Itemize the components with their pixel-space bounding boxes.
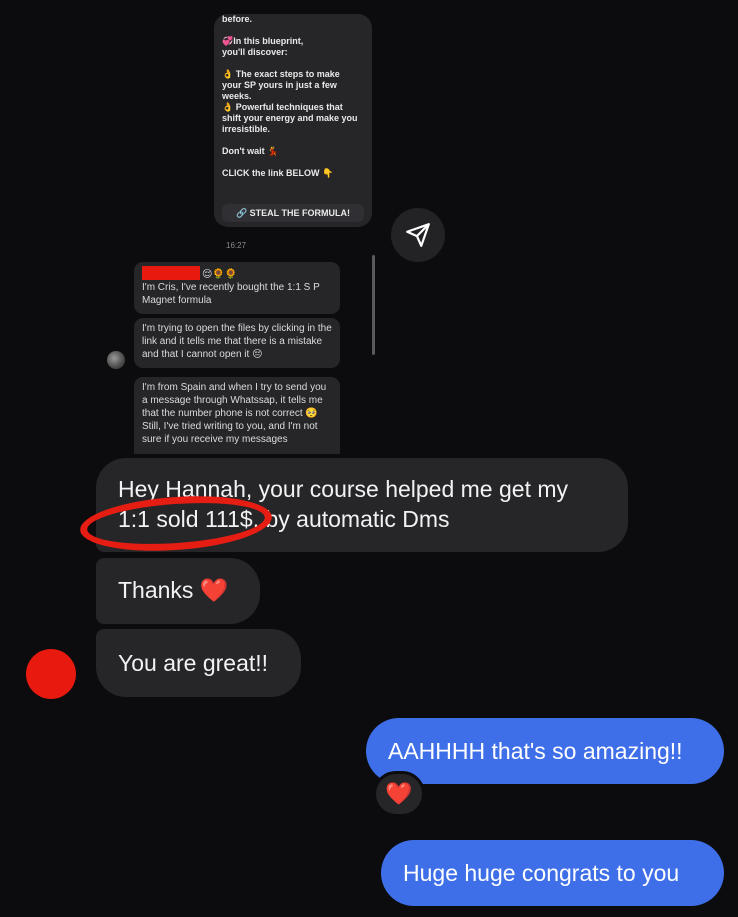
promo-line: your SP yours in just a few [222,80,337,90]
incoming-message: Hey Hannah, your course helped me get my… [96,458,628,552]
promo-line: shift your energy and make you [222,113,358,123]
inner-message-text: I'm from Spain and when I try to send yo… [142,382,327,445]
outgoing-message: Huge huge congrats to you [381,840,724,906]
inner-message-whatsapp: I'm from Spain and when I try to send yo… [134,377,340,454]
message-text: AAHHHH that's so amazing!! [388,738,683,764]
inner-message-text: I'm trying to open the files by clicking… [142,323,332,360]
message-text: You are great!! [118,650,269,676]
sender-avatar[interactable] [26,649,76,699]
outgoing-message: AAHHHH that's so amazing!! [366,718,724,784]
promo-text: before. 💞In this blueprint, you'll discov… [222,14,364,179]
promo-line [222,157,364,168]
share-button[interactable] [391,208,445,262]
promo-line: CLICK the link BELOW 👇 [222,168,334,178]
promo-line: 👌 The exact steps to make [222,69,340,79]
inner-avatar [107,351,125,369]
cta-label: 🔗 STEAL THE FORMULA! [235,207,351,218]
heart-icon: ❤️ [385,781,413,806]
promo-line: Don't wait 💃 [222,146,279,156]
incoming-message: Thanks ❤️ [96,558,260,624]
paper-plane-icon [406,223,430,247]
promo-line [222,58,364,69]
promo-line: you'll discover: [222,47,288,57]
promo-line: irresistible. [222,124,271,134]
redacted-name [142,266,200,280]
steal-formula-button[interactable]: 🔗 STEAL THE FORMULA! [222,204,364,222]
message-timestamp: 16:27 [226,241,247,250]
inner-message-intro: 😌🌻🌻 I'm Cris, I've recently bought the 1… [134,262,340,314]
reaction-badge[interactable]: ❤️ [373,771,425,817]
promo-message-bubble: before. 💞In this blueprint, you'll discov… [214,14,372,227]
scrollbar[interactable] [372,255,375,355]
promo-line: 💞In this blueprint, [222,36,304,46]
promo-line: weeks. [222,91,252,101]
message-text: Thanks ❤️ [118,577,229,603]
promo-line [222,25,364,36]
promo-line: 👌 Powerful techniques that [222,102,343,112]
incoming-message: You are great!! [96,629,301,697]
promo-line: before. [222,14,253,24]
message-text: Hey Hannah, your course helped me get my… [118,476,569,532]
promo-line [222,135,364,146]
message-text: Huge huge congrats to you [403,860,680,886]
inner-message-files: I'm trying to open the files by clicking… [134,318,340,368]
